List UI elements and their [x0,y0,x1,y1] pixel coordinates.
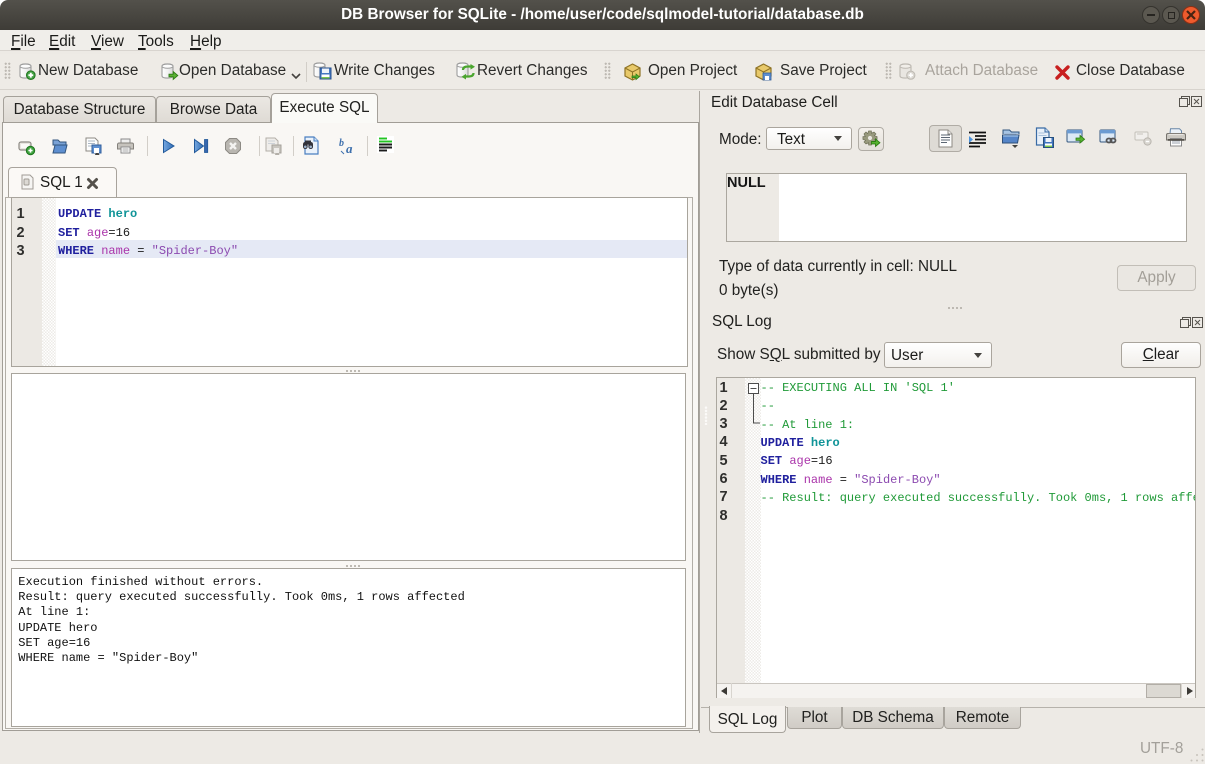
svg-text:b: b [339,138,344,149]
svg-text:a: a [346,141,353,156]
